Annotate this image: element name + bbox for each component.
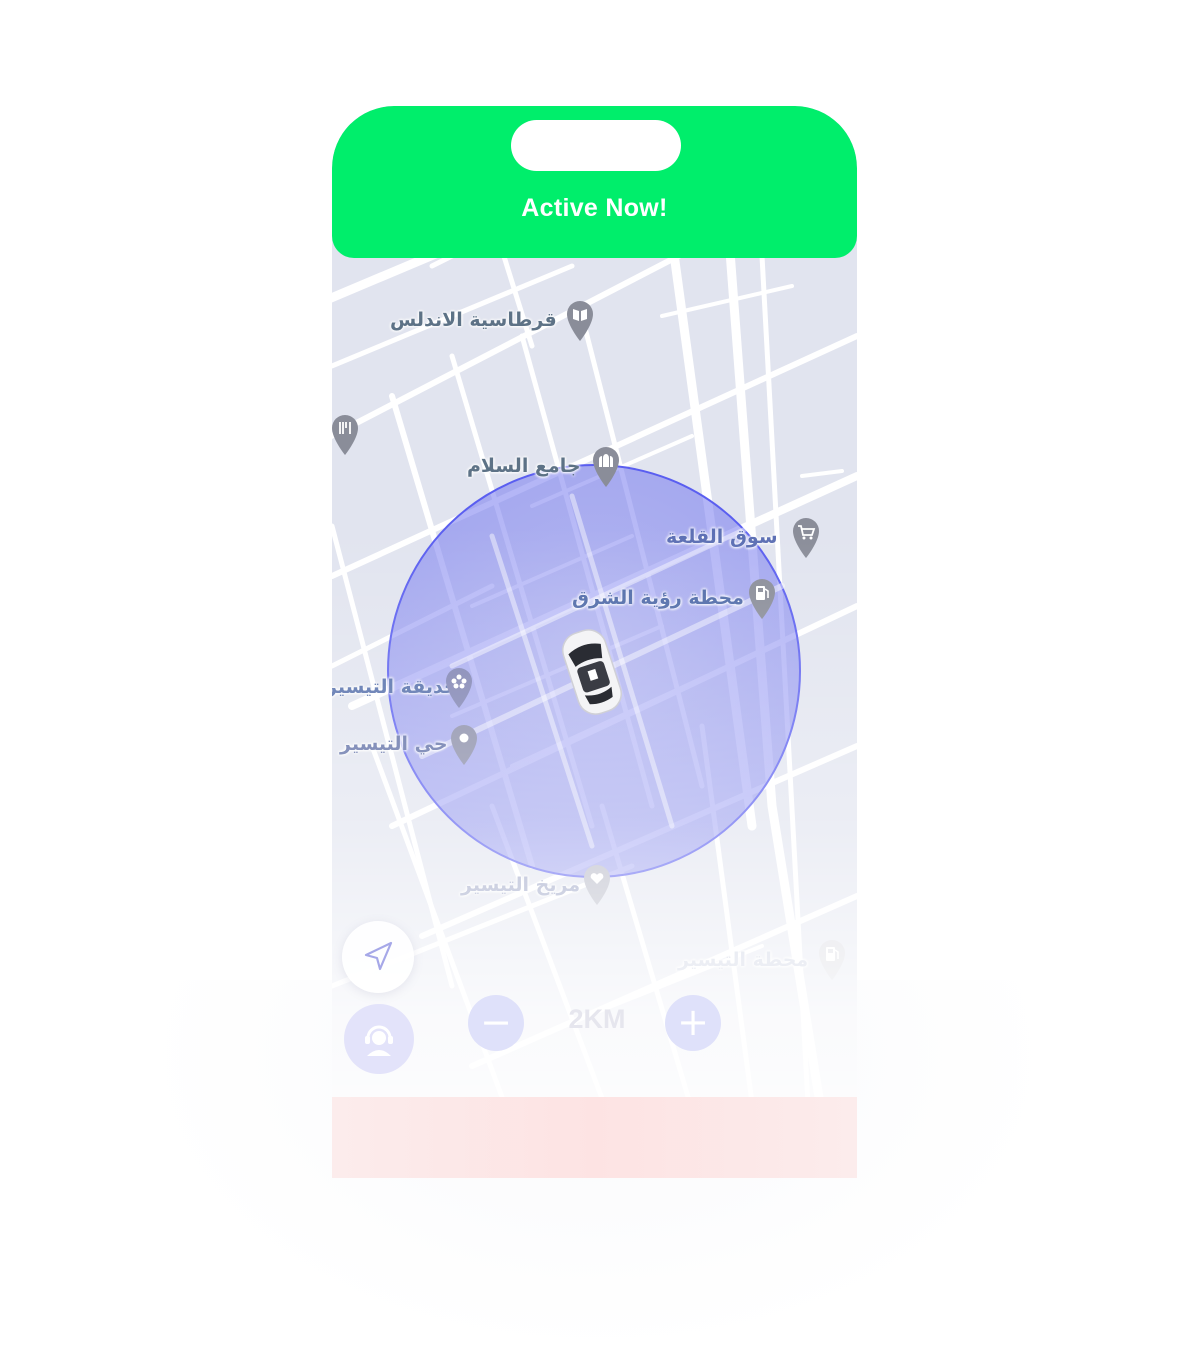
zoom-out-button[interactable]: −: [468, 995, 524, 1051]
book-pin-icon[interactable]: [565, 300, 595, 342]
restaurant-pin-icon[interactable]: [332, 414, 360, 456]
zoom-level-label: 2KM: [568, 1004, 626, 1034]
location-pin-icon[interactable]: [449, 724, 479, 766]
place-label-mars[interactable]: مريخ التيسير: [461, 874, 580, 896]
support-button[interactable]: [344, 1004, 414, 1074]
place-label-market[interactable]: سوق القلعة: [666, 526, 778, 548]
active-status-text: Active Now!: [521, 194, 668, 222]
heart-pin-icon[interactable]: [582, 864, 612, 906]
fuel-pin-icon[interactable]: [747, 578, 777, 620]
place-label-park[interactable]: حديقة التيسير: [332, 676, 458, 698]
place-label-fuel-station[interactable]: محطة التيسير: [678, 949, 808, 971]
place-label-fuel-station-east[interactable]: محطة رؤية الشرق: [572, 587, 744, 609]
place-label-district[interactable]: حي التيسير: [340, 733, 448, 755]
status-header: Active Now!: [332, 106, 857, 258]
park-pin-icon[interactable]: [444, 667, 474, 709]
bottom-action-bar[interactable]: [332, 1097, 857, 1178]
place-label-stationery[interactable]: قرطاسية الاندلس: [390, 309, 557, 331]
fuel-pin-icon[interactable]: [817, 939, 847, 981]
phone-notch: [511, 120, 681, 171]
cart-pin-icon[interactable]: [791, 517, 821, 559]
place-label-mosque[interactable]: جامع السلام: [467, 455, 581, 477]
mosque-pin-icon[interactable]: [591, 446, 621, 488]
phone-frame: قرطاسية الاندلس جامع السلام سوق القلعة م…: [332, 106, 857, 1178]
locate-button[interactable]: [342, 921, 414, 993]
zoom-in-button[interactable]: +: [665, 995, 721, 1051]
navigation-arrow-icon: [364, 941, 393, 971]
support-agent-icon: [365, 1025, 393, 1056]
